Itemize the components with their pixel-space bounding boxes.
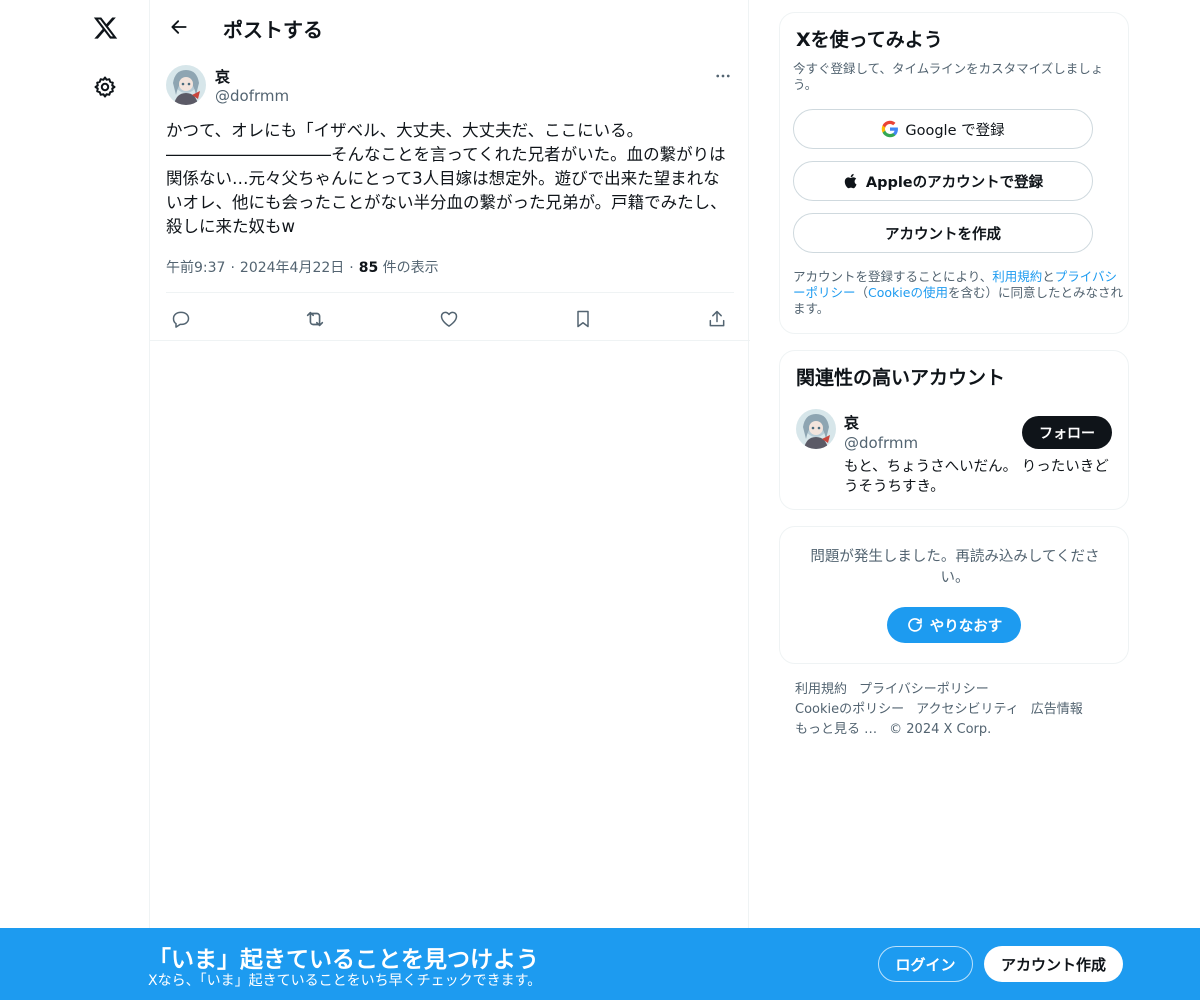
bookmark-icon[interactable] xyxy=(566,302,600,336)
retry-button[interactable]: やりなおす xyxy=(887,607,1021,643)
repost-icon[interactable] xyxy=(298,302,332,336)
footer-links: 利用規約 プライバシーポリシー Cookieのポリシー アクセシビリティ 広告情報 も… xyxy=(795,680,1125,740)
apple-signup-label: Appleのアカウントで登録 xyxy=(865,174,1044,191)
terms-text: アカウントを登録することにより、利用規約とプライバシーポリシー（Cookieの使… xyxy=(793,269,1123,317)
views-count: 85 xyxy=(358,260,379,276)
reply-icon[interactable] xyxy=(164,302,198,336)
related-name[interactable]: 哀 xyxy=(844,412,859,433)
signup-title: Xを使ってみよう xyxy=(796,29,943,51)
signup-subtitle: 今すぐ登録して、タイムラインをカスタマイズしましょう。 xyxy=(793,61,1104,92)
page-title: ポストする xyxy=(223,18,323,42)
terms-part: アカウントを登録することにより、 xyxy=(793,269,993,284)
post-time[interactable]: 午前9:37 xyxy=(166,260,225,276)
error-message: 問題が発生しました。再読み込みしてください。 xyxy=(810,549,1100,586)
post-meta: 午前9:37 · 2024年4月22日 · 85 件の表示 xyxy=(166,257,439,277)
meta-separator: · xyxy=(349,260,354,276)
cookie-link[interactable]: Cookieの使用 xyxy=(868,285,948,300)
share-icon[interactable] xyxy=(700,302,734,336)
footer-link-more[interactable]: もっと見る … xyxy=(795,722,877,737)
banner-subtitle: Xなら、「いま」起きていることをいち早くチェックできます。 xyxy=(148,973,542,989)
related-title: 関連性の高いアカウント xyxy=(796,367,1006,389)
divider xyxy=(166,292,734,293)
signup-button[interactable]: アカウント作成 xyxy=(984,946,1123,982)
author-handle[interactable]: @dofrmm xyxy=(215,87,289,105)
avatar[interactable] xyxy=(796,409,836,449)
terms-link[interactable]: 利用規約 xyxy=(992,269,1042,284)
apple-icon xyxy=(843,172,860,190)
terms-part: と xyxy=(1042,269,1055,284)
gear-icon[interactable] xyxy=(85,67,125,107)
google-signup-label: Google で登録 xyxy=(905,122,1005,139)
avatar[interactable] xyxy=(166,65,206,105)
arrow-left-icon[interactable] xyxy=(162,10,196,44)
author-name[interactable]: 哀 xyxy=(215,66,230,87)
footer-link-terms[interactable]: 利用規約 xyxy=(795,682,847,697)
footer-link-accessibility[interactable]: アクセシビリティ xyxy=(916,702,1019,717)
post-detail: 哀 @dofrmm かつて、オレにも「イザベル、大丈夫、大丈夫だ、ここにいる。 … xyxy=(150,53,750,341)
related-bio: もと、ちょうさへいだん。 りったいきどうそうちすき。 xyxy=(844,459,1109,495)
related-accounts-card: 関連性の高いアカウント 哀 @dofrmm フォロー もと、ちょうさへいだん。 … xyxy=(779,350,1129,510)
views-label: 件の表示 xyxy=(382,260,439,276)
main-column: ポストする 哀 @dofrmm かつて、オレにも「イザベル、大丈夫、大丈夫だ、こ… xyxy=(149,0,750,1000)
retry-label: やりなおす xyxy=(929,618,1003,635)
bottom-banner: 「いま」起きていることを見つけよう Xなら、「いま」起きていることをいち早くチェ… xyxy=(0,928,1200,1000)
refresh-icon xyxy=(907,618,922,632)
footer-link-privacy[interactable]: プライバシーポリシー xyxy=(859,682,989,697)
error-card: 問題が発生しました。再読み込みしてください。 やりなおす xyxy=(779,526,1129,664)
banner-title: 「いま」起きていることを見つけよう xyxy=(148,947,539,973)
follow-button[interactable]: フォロー xyxy=(1022,416,1112,449)
create-account-button[interactable]: アカウントを作成 xyxy=(793,213,1093,253)
create-account-label: アカウントを作成 xyxy=(885,226,1001,243)
related-handle[interactable]: @dofrmm xyxy=(844,434,918,452)
google-icon xyxy=(881,120,899,138)
apple-signup-button[interactable]: Appleのアカウントで登録 xyxy=(793,161,1093,201)
footer-link-cookie[interactable]: Cookieのポリシー xyxy=(795,702,904,717)
meta-separator: · xyxy=(230,260,235,276)
more-icon[interactable] xyxy=(710,63,736,89)
google-signup-button[interactable]: Google で登録 xyxy=(793,109,1093,149)
signup-card: Xを使ってみよう 今すぐ登録して、タイムラインをカスタマイズしましょう。 Goo… xyxy=(779,12,1129,334)
terms-part: （ xyxy=(855,285,869,300)
footer-link-ads[interactable]: 広告情報 xyxy=(1031,702,1083,717)
x-logo-icon[interactable] xyxy=(85,8,125,48)
login-button[interactable]: ログイン xyxy=(878,946,973,982)
post-header: ポストする xyxy=(150,0,750,53)
like-icon[interactable] xyxy=(432,302,466,336)
post-text: かつて、オレにも「イザベル、大丈夫、大丈夫だ、ここにいる。 ――――――――――… xyxy=(166,121,727,236)
copyright: © 2024 X Corp. xyxy=(889,722,992,737)
left-nav xyxy=(0,0,150,1000)
post-date[interactable]: 2024年4月22日 xyxy=(240,260,344,276)
